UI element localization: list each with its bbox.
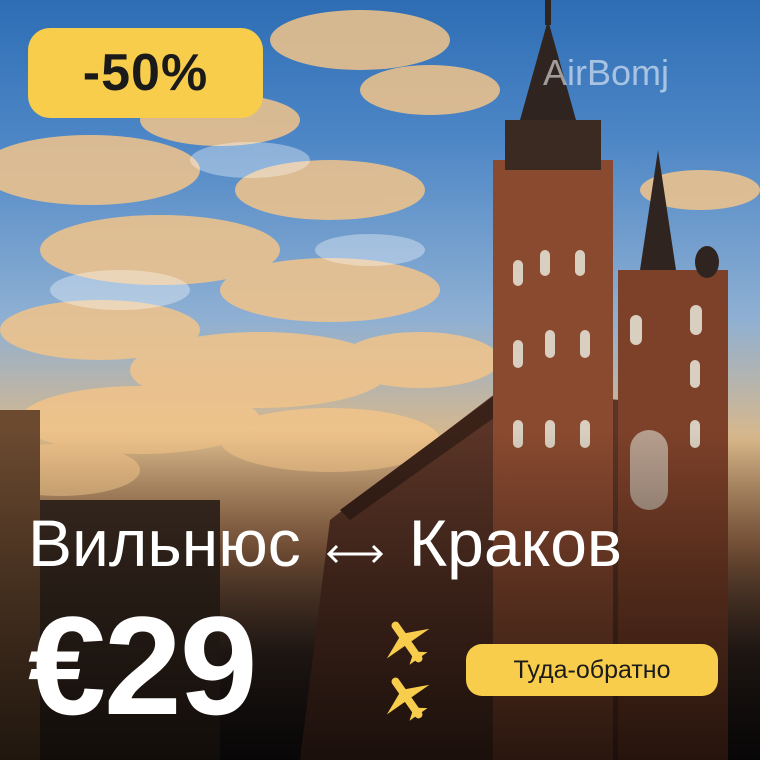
- route-title: Вильнюс Краков: [28, 505, 622, 581]
- discount-badge: -50%: [28, 28, 263, 118]
- trip-type-badge: Туда-обратно: [466, 644, 718, 696]
- promo-card: -50% AirBomj Вильнюс Краков €29 Туда-обр…: [0, 0, 760, 760]
- round-trip-planes-icon: [386, 621, 430, 721]
- destination-city: Краков: [408, 506, 622, 580]
- price: €29: [28, 587, 258, 744]
- brand-watermark: AirBomj: [543, 52, 670, 93]
- double-arrow-icon: [323, 505, 387, 581]
- origin-city: Вильнюс: [28, 506, 301, 580]
